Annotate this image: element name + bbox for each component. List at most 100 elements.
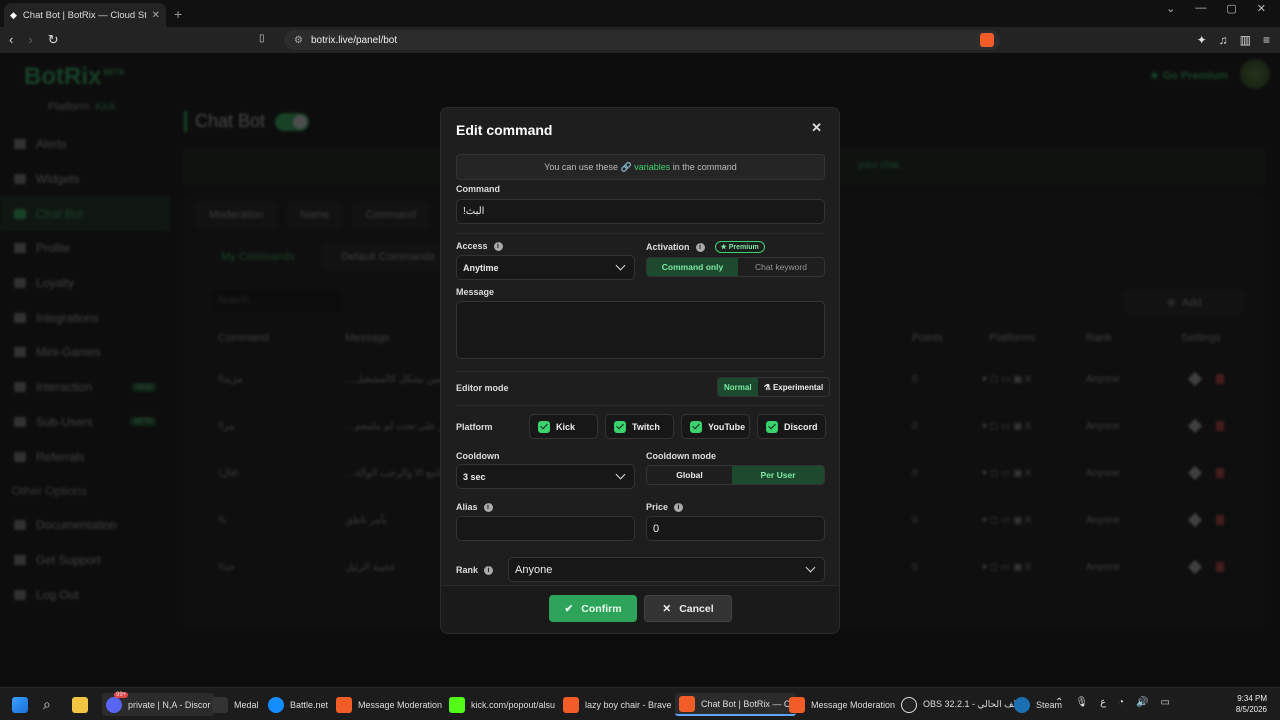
info-icon[interactable]: i: [483, 502, 493, 512]
command-label: Command: [456, 184, 501, 194]
divider: [456, 233, 825, 234]
sidebar-icon[interactable]: ▥: [1240, 33, 1251, 47]
rank-label: Rank i: [456, 565, 494, 575]
variables-hint: You can use these 🔗 variables in the com…: [456, 154, 825, 180]
platform-twitch-checkbox[interactable]: Twitch: [605, 414, 674, 439]
tab-close-icon[interactable]: ✕: [152, 10, 160, 21]
page: BotRix BETA Platform: Kick Alerts Widgets…: [0, 53, 1280, 687]
rank-select[interactable]: Anyone: [508, 557, 825, 582]
checkbox-checked-icon: [690, 420, 702, 433]
info-icon[interactable]: i: [674, 502, 684, 512]
editor-mode-experimental[interactable]: ⚗ Experimental: [758, 378, 830, 396]
clock[interactable]: 9:34 PM 8/5/2026: [1236, 693, 1267, 715]
activation-label: Activation i ★ Premium: [646, 241, 765, 253]
editor-mode-normal[interactable]: Normal: [718, 378, 758, 396]
checkbox-checked-icon: [766, 420, 778, 433]
discord-icon: 99+: [106, 691, 129, 713]
brave-favicon-icon: ◆: [10, 9, 17, 20]
folder-icon: [72, 696, 88, 713]
cooldown-label: Cooldown: [456, 451, 500, 461]
access-label: Access i: [456, 241, 503, 251]
platform-youtube-checkbox[interactable]: YouTube: [681, 414, 750, 439]
editor-mode-toggle: Normal ⚗ Experimental: [717, 377, 831, 397]
platform-discord-checkbox[interactable]: Discord: [757, 414, 826, 439]
variables-link[interactable]: 🔗 variables: [620, 162, 670, 172]
minimize-button[interactable]: —: [1195, 2, 1206, 15]
cooldown-mode-per-user[interactable]: Per User: [732, 466, 824, 484]
brave-icon: [679, 695, 695, 712]
file-explorer-button[interactable]: [72, 693, 88, 716]
media-icon[interactable]: ♫: [1219, 33, 1228, 47]
search-button[interactable]: ⌕: [43, 693, 51, 716]
close-icon[interactable]: ✕: [811, 120, 822, 136]
steam-icon: [1014, 696, 1030, 713]
discord-badge: 99+: [114, 691, 129, 698]
divider: [456, 371, 825, 372]
kick-icon: [449, 696, 465, 713]
cooldown-mode-global[interactable]: Global: [647, 466, 732, 484]
browser-tab[interactable]: ◆ Chat Bot | BotRix — Cloud Strea ✕: [4, 3, 166, 27]
price-input[interactable]: 0: [646, 516, 825, 541]
new-tab-button[interactable]: +: [174, 6, 182, 22]
taskbar-item-lazy-boy[interactable]: lazy boy chair - Brave: [563, 693, 672, 716]
search-icon: ⌕: [43, 696, 51, 712]
microphone-icon[interactable]: 🎙: [1075, 697, 1088, 708]
taskbar-item-obs[interactable]: OBS 32.2.1 - الملف الحالي: [901, 693, 1027, 716]
brave-icon: [336, 696, 352, 713]
alias-label: Alias i: [456, 502, 493, 512]
info-icon[interactable]: i: [484, 565, 494, 575]
close-icon: ✕: [662, 602, 672, 615]
confirm-button[interactable]: ✔ Confirm: [549, 595, 637, 622]
brave-shields-icon[interactable]: [980, 33, 994, 47]
start-button[interactable]: [12, 693, 28, 716]
battle-net-icon: [268, 696, 284, 713]
taskbar-item-kick-popout[interactable]: kick.com/popout/alsu: [449, 693, 555, 716]
platform-kick-checkbox[interactable]: Kick: [529, 414, 598, 439]
taskbar-item-discord[interactable]: 99+ private | N,A - Discor: [102, 691, 215, 716]
command-input[interactable]: !البث: [456, 199, 825, 224]
volume-icon[interactable]: 🔊: [1136, 697, 1148, 708]
taskbar-item-message-moderation[interactable]: Message Moderation: [336, 693, 442, 716]
taskbar-item-battle-net[interactable]: Battle.net: [268, 693, 328, 716]
price-label: Price i: [646, 502, 684, 512]
tab-title: Chat Bot | BotRix — Cloud Strea: [22, 9, 146, 21]
message-textarea[interactable]: [456, 301, 825, 359]
taskbar-item-message-moderation-2[interactable]: Message Moderation: [789, 693, 895, 716]
access-select[interactable]: Anytime: [456, 255, 635, 280]
tab-search-icon[interactable]: ⌄: [1166, 2, 1175, 15]
checkbox-checked-icon: [538, 420, 550, 433]
tray-chevron-icon[interactable]: ⌃: [1055, 697, 1063, 708]
back-icon[interactable]: ‹: [9, 32, 13, 48]
battery-icon[interactable]: ▭: [1161, 697, 1170, 708]
url-field[interactable]: ⚙ botrix.live/panel/bot: [284, 30, 1000, 50]
cooldown-select[interactable]: 3 sec: [456, 464, 635, 489]
chevron-down-icon: [615, 469, 626, 480]
cooldown-mode-toggle: Global Per User: [646, 465, 825, 485]
reload-icon[interactable]: ↻: [48, 32, 59, 48]
activation-chat-keyword[interactable]: Chat keyword: [738, 258, 824, 276]
info-icon[interactable]: i: [493, 241, 503, 251]
taskbar-item-chat-bot[interactable]: Chat Bot | BotRix — Cl: [675, 693, 797, 716]
bookmark-icon[interactable]: ▯: [259, 33, 265, 44]
close-window-button[interactable]: ✕: [1257, 2, 1266, 15]
address-bar-row: ‹ › ↻ ▯ ⚙ botrix.live/panel/bot ✦ ♫ ▥ ≡: [0, 27, 1280, 53]
platform-label: Platform: [456, 422, 493, 432]
site-info-icon[interactable]: ⚙: [294, 35, 303, 46]
cancel-button[interactable]: ✕ Cancel: [644, 595, 732, 622]
activation-command-only[interactable]: Command only: [647, 258, 738, 276]
info-icon[interactable]: i: [695, 242, 705, 252]
maximize-button[interactable]: ▢: [1226, 2, 1236, 15]
editor-mode-label: Editor mode: [456, 383, 509, 393]
window-controls: ⌄ — ▢ ✕: [1166, 2, 1280, 15]
brave-icon: [789, 696, 805, 713]
edit-command-dialog: Edit command ✕ You can use these 🔗 varia…: [440, 107, 840, 634]
checkbox-checked-icon: [614, 420, 626, 433]
taskbar-item-medal[interactable]: Medal: [212, 693, 259, 716]
forward-icon[interactable]: ›: [28, 32, 32, 48]
wifi-icon[interactable]: ◔: [1118, 697, 1124, 708]
flask-icon: ⚗: [763, 382, 773, 392]
menu-icon[interactable]: ≡: [1263, 33, 1270, 47]
language-indicator[interactable]: ع: [1100, 697, 1106, 708]
alias-input[interactable]: [456, 516, 635, 541]
extensions-icon[interactable]: ✦: [1197, 33, 1207, 47]
